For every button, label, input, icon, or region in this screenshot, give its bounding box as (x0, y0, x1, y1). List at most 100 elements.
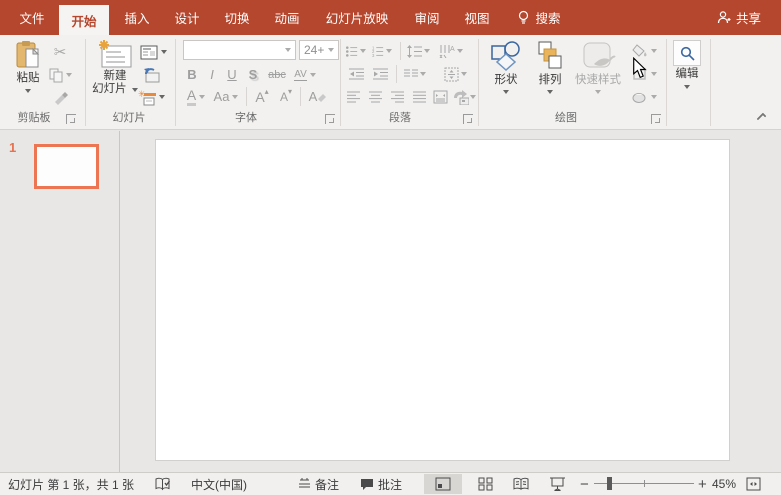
tell-me-search[interactable]: 搜索 (508, 0, 570, 35)
change-case-dropdown-arrow[interactable] (232, 94, 239, 99)
font-size-dropdown-arrow[interactable] (328, 48, 334, 52)
align-text-icon (444, 67, 458, 81)
tab-design[interactable]: 设计 (166, 0, 208, 35)
shapes-button[interactable]: 形状 (486, 40, 526, 94)
slide-thumbnail[interactable] (34, 144, 99, 189)
normal-view-button[interactable] (424, 474, 462, 494)
bullets-button[interactable] (346, 42, 366, 60)
numbering-dropdown-arrow[interactable] (386, 49, 392, 53)
fit-to-window-button[interactable] (741, 474, 765, 494)
tab-file[interactable]: 文件 (12, 0, 52, 35)
zoom-level[interactable]: 45% (712, 473, 736, 495)
paste-dropdown-arrow[interactable] (25, 89, 31, 93)
zoom-out-button[interactable]: − (580, 473, 589, 495)
language-button[interactable]: 中文(中国) (191, 473, 247, 495)
tab-review[interactable]: 审阅 (406, 0, 448, 35)
font-size-combobox[interactable]: 24+ (299, 40, 339, 60)
align-left-button[interactable] (344, 88, 362, 106)
font-color-button[interactable]: A (184, 87, 208, 106)
new-slide-button[interactable]: 新建 幻灯片 (92, 40, 138, 96)
numbering-button[interactable]: 123 (372, 42, 392, 60)
paste-button[interactable]: 粘贴 (8, 40, 48, 93)
increase-font-size-button[interactable]: A ▴ (252, 87, 272, 106)
tab-insert[interactable]: 插入 (116, 0, 158, 35)
reading-view-button[interactable] (506, 474, 536, 494)
copy-button[interactable] (48, 65, 72, 85)
align-text-dropdown-arrow[interactable] (460, 72, 467, 76)
tab-slideshow[interactable]: 幻灯片放映 (316, 0, 398, 35)
text-direction-dropdown-arrow[interactable] (457, 49, 463, 53)
bullets-dropdown-arrow[interactable] (360, 49, 366, 53)
comments-button[interactable]: 批注 (360, 473, 402, 495)
decrease-font-size-button[interactable]: A ▾ (276, 87, 296, 106)
character-spacing-button[interactable]: AV (291, 65, 319, 84)
paragraph-dialog-launcher[interactable] (463, 114, 473, 124)
increase-indent-button[interactable] (370, 65, 390, 83)
justify-button[interactable] (410, 88, 428, 106)
tab-transitions[interactable]: 切换 (216, 0, 258, 35)
zoom-slider-thumb[interactable] (607, 477, 612, 490)
drawing-dialog-launcher[interactable] (651, 114, 661, 124)
font-dialog-launcher[interactable] (325, 114, 335, 124)
panel-divider[interactable] (119, 131, 120, 472)
font-color-dropdown-arrow[interactable] (199, 94, 206, 99)
italic-button[interactable]: I (204, 65, 220, 84)
reset-slide-icon (143, 67, 160, 83)
copy-dropdown-arrow[interactable] (65, 73, 72, 77)
layout-dropdown-arrow[interactable] (160, 50, 167, 54)
clear-formatting-button[interactable]: A (306, 87, 330, 106)
convert-to-smartart-button[interactable] (452, 88, 476, 106)
font-name-dropdown-arrow[interactable] (285, 48, 291, 52)
align-right-button[interactable] (388, 88, 406, 106)
slideshow-view-button[interactable] (542, 474, 572, 494)
decrease-indent-button[interactable] (346, 65, 366, 83)
text-direction-button[interactable]: A (438, 42, 464, 60)
spell-check-button[interactable] (155, 473, 171, 495)
editing-button[interactable]: 编辑 (670, 40, 704, 89)
editing-dropdown-arrow[interactable] (684, 85, 690, 89)
line-spacing-dropdown-arrow[interactable] (423, 49, 430, 53)
section-dropdown-arrow[interactable] (158, 95, 165, 99)
reset-slide-button[interactable] (139, 65, 163, 85)
shape-fill-dropdown-arrow[interactable] (650, 49, 657, 53)
slide-layout-button[interactable] (138, 42, 168, 62)
char-spacing-dropdown-arrow[interactable] (309, 72, 316, 77)
strikethrough-button[interactable]: abc (266, 65, 288, 84)
smartart-dropdown-arrow[interactable] (469, 95, 476, 99)
line-spacing-button[interactable] (406, 42, 430, 60)
bold-button[interactable]: B (184, 65, 200, 84)
shapes-dropdown-arrow[interactable] (503, 90, 509, 94)
underline-button[interactable]: U (224, 65, 240, 84)
slide-sorter-view-button[interactable] (470, 474, 500, 494)
notes-button[interactable]: 备注 (298, 473, 339, 495)
shape-effects-button[interactable] (630, 88, 658, 106)
tab-home[interactable]: 开始 (59, 5, 109, 35)
columns-dropdown-arrow[interactable] (420, 72, 426, 76)
section-button[interactable]: ✳ (136, 87, 166, 107)
align-center-button[interactable] (366, 88, 384, 106)
group-separator (666, 39, 667, 126)
cut-button[interactable]: ✂ (48, 42, 72, 62)
change-case-button[interactable]: Aa (212, 87, 240, 106)
text-shadow-button[interactable]: S (245, 65, 261, 84)
clipboard-dialog-launcher[interactable] (66, 114, 76, 124)
caret-up: ▴ (264, 87, 269, 96)
tab-animations[interactable]: 动画 (266, 0, 308, 35)
align-text-button[interactable] (442, 65, 468, 83)
slide-canvas[interactable] (155, 139, 730, 461)
format-painter-button[interactable] (48, 87, 72, 107)
columns-button[interactable] (402, 65, 428, 83)
font-name-combobox[interactable] (183, 40, 296, 60)
quick-styles-dropdown-arrow[interactable] (595, 90, 601, 94)
arrange-dropdown-arrow[interactable] (547, 90, 553, 94)
find-magnifier-icon (673, 40, 701, 66)
shape-effects-dropdown-arrow[interactable] (650, 95, 657, 99)
collapse-ribbon-chevron[interactable] (756, 112, 767, 123)
share-button[interactable]: 共享 (710, 0, 768, 35)
quick-styles-button[interactable]: 快速样式 (572, 40, 624, 94)
zoom-in-button[interactable]: + (698, 473, 707, 495)
shape-outline-dropdown-arrow[interactable] (650, 72, 657, 76)
arrange-button[interactable]: 排列 (530, 40, 570, 94)
tab-view[interactable]: 视图 (456, 0, 498, 35)
distribute-columns-button[interactable] (430, 88, 450, 106)
